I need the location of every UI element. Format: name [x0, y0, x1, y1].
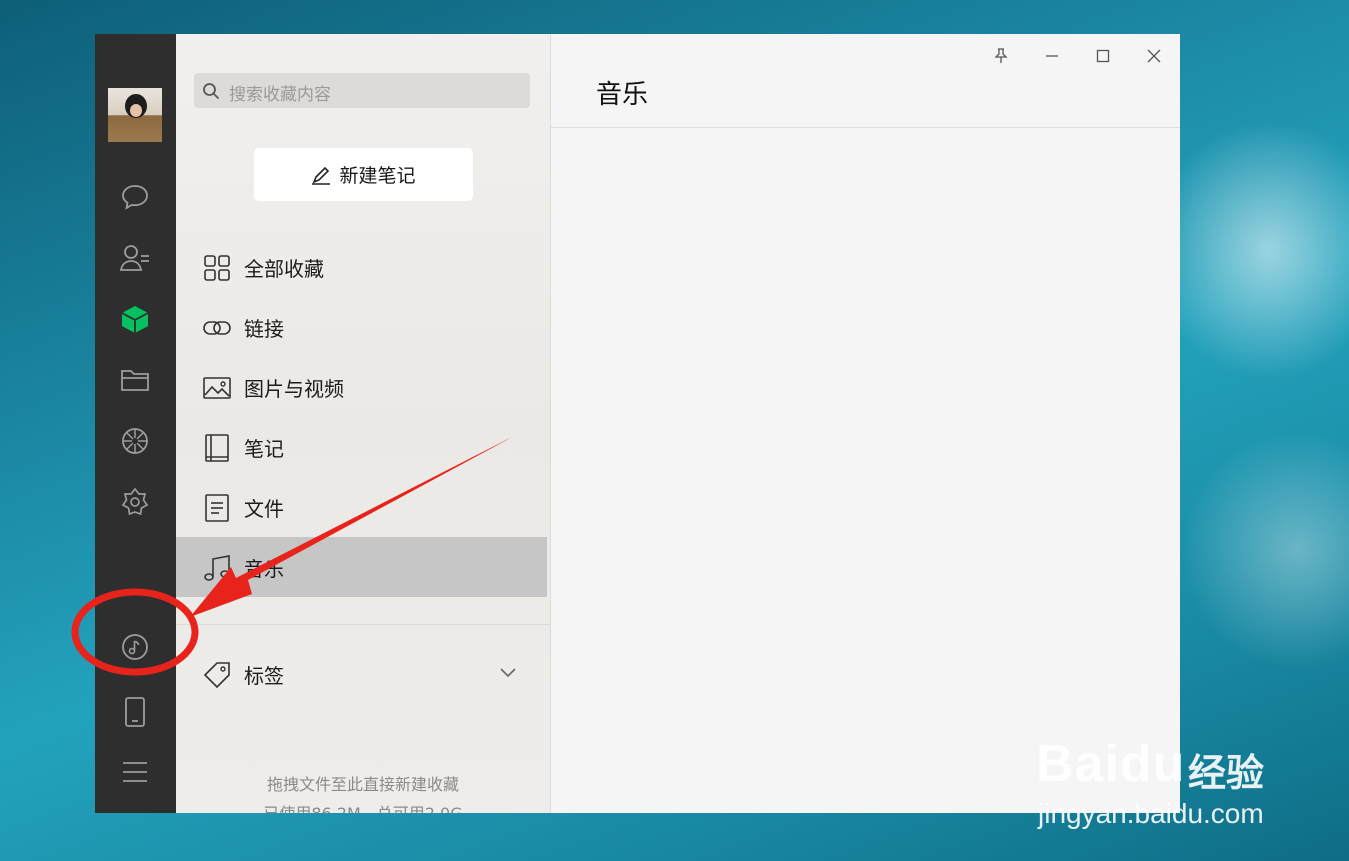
moments-icon[interactable] [115, 421, 155, 461]
content-pane: 音乐 [551, 34, 1180, 813]
contacts-icon[interactable] [115, 238, 155, 278]
chevron-down-icon[interactable] [500, 668, 516, 678]
watermark: Baidu 经验 jingyan.baidu.com [1036, 716, 1336, 836]
new-note-button[interactable]: 新建笔记 [254, 148, 473, 201]
file-icon [205, 494, 229, 522]
category-images-videos[interactable]: 图片与视频 [176, 357, 547, 417]
favorites-icon[interactable] [115, 299, 155, 339]
notebook-icon [205, 434, 229, 462]
category-notes[interactable]: 笔记 [176, 417, 547, 477]
watermark-brand: Baidu [1036, 735, 1186, 793]
storage-usage: 已使用86.2M，总可用2.0G [176, 800, 550, 813]
category-label: 图片与视频 [244, 377, 344, 401]
search-input[interactable]: 搜索收藏内容 [194, 73, 530, 108]
watermark-url: jingyan.baidu.com [1038, 798, 1264, 829]
category-label: 笔记 [244, 437, 284, 461]
category-label: 全部收藏 [244, 257, 324, 281]
grid-icon [204, 255, 230, 281]
app-window: 搜索收藏内容 新建笔记 全部收藏 链接 图片与视频 笔记 文件 音乐 标签 拖拽… [95, 34, 1180, 813]
pin-icon[interactable] [989, 44, 1013, 68]
watermark-sub: 经验 [1188, 751, 1265, 795]
folder-icon[interactable] [115, 360, 155, 400]
mini-program-icon[interactable] [115, 482, 155, 522]
music-icon [204, 555, 230, 581]
maximize-icon[interactable] [1091, 44, 1115, 68]
image-icon [203, 377, 231, 399]
menu-icon[interactable] [115, 752, 155, 792]
phone-icon[interactable] [115, 692, 155, 732]
category-files[interactable]: 文件 [176, 477, 547, 537]
music-player-icon[interactable] [115, 627, 155, 667]
category-label: 音乐 [244, 557, 284, 581]
category-music[interactable]: 音乐 [176, 537, 547, 597]
category-links[interactable]: 链接 [176, 297, 547, 357]
tag-icon [203, 662, 230, 689]
search-icon [203, 83, 220, 100]
pencil-icon [312, 166, 331, 185]
sidebar-divider [176, 624, 550, 625]
category-all[interactable]: 全部收藏 [176, 237, 547, 297]
category-label: 文件 [244, 497, 284, 521]
tags-section[interactable]: 标签 [176, 644, 547, 704]
close-icon[interactable] [1142, 44, 1166, 68]
link-icon [203, 321, 231, 335]
avatar[interactable] [108, 88, 162, 142]
drag-hint: 拖拽文件至此直接新建收藏 [266, 775, 459, 794]
new-note-label: 新建笔记 [339, 165, 416, 187]
category-label: 链接 [244, 317, 284, 341]
header-divider [551, 127, 1180, 128]
search-placeholder: 搜索收藏内容 [229, 85, 331, 105]
favorites-sidebar: 搜索收藏内容 新建笔记 全部收藏 链接 图片与视频 笔记 文件 音乐 标签 拖拽… [176, 34, 550, 813]
tags-label: 标签 [244, 664, 284, 688]
nav-bar [95, 34, 176, 813]
page-title: 音乐 [596, 80, 649, 110]
minimize-icon[interactable] [1040, 44, 1064, 68]
chat-icon[interactable] [115, 177, 155, 217]
